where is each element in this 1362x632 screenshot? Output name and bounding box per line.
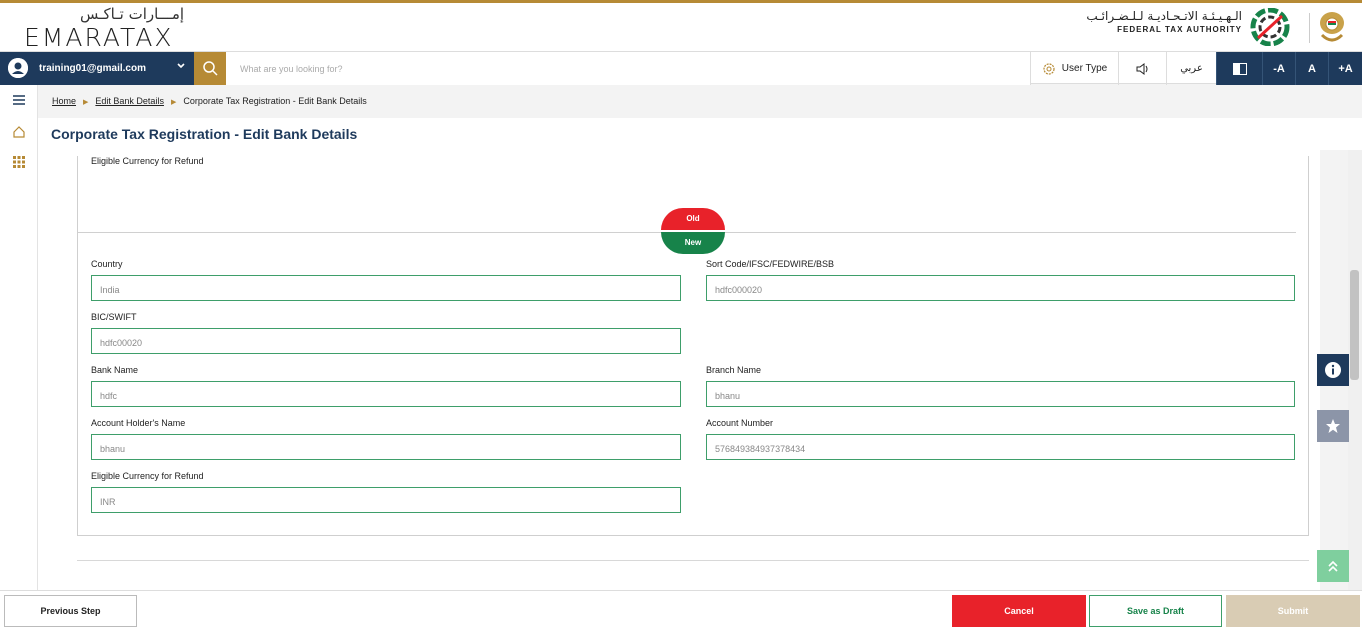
sidebar	[0, 85, 38, 590]
top-navbar: training01@gmail.com User Type عربي -A A…	[0, 51, 1362, 85]
search-button[interactable]	[194, 52, 226, 85]
user-email: training01@gmail.com	[39, 63, 146, 74]
header-separator	[1309, 13, 1310, 43]
account-holder-field[interactable]: bhanu	[91, 434, 681, 460]
language-toggle[interactable]: عربي	[1166, 52, 1216, 85]
scrollbar-thumb[interactable]	[1350, 270, 1359, 380]
logo-english[interactable]: EMARATAX	[24, 23, 174, 52]
uae-emblem-icon	[1320, 12, 1344, 42]
font-decrease-button[interactable]: -A	[1262, 52, 1295, 85]
fta-logo-text: الـهـيـئـة الاتـحـاديـة لـلـضـرائـب FEDE…	[1086, 9, 1242, 34]
footer-bar: Previous Step Cancel Save as Draft Submi…	[0, 590, 1362, 632]
currency-label: Eligible Currency for Refund	[91, 471, 204, 481]
header: إمـــارات تـاكـس EMARATAX الـهـيـئـة الا…	[0, 3, 1362, 52]
fta-arabic: الـهـيـئـة الاتـحـاديـة لـلـضـرائـب	[1086, 9, 1242, 23]
home-icon[interactable]	[0, 117, 38, 147]
font-increase-button[interactable]: +A	[1328, 52, 1362, 85]
chevron-down-icon[interactable]	[176, 61, 186, 74]
title-bar: Corporate Tax Registration - Edit Bank D…	[38, 118, 1362, 150]
info-icon	[1325, 362, 1341, 378]
new-badge: New	[661, 232, 725, 254]
contrast-toggle[interactable]	[1216, 52, 1262, 85]
cancel-button[interactable]: Cancel	[952, 595, 1086, 627]
user-menu[interactable]: training01@gmail.com	[0, 52, 194, 85]
breadcrumb: Home ▶ Edit Bank Details ▶ Corporate Tax Reg…	[52, 96, 367, 106]
contrast-icon	[1232, 62, 1247, 75]
user-type-button[interactable]: User Type	[1030, 52, 1118, 85]
page-title: Corporate Tax Registration - Edit Bank D…	[51, 126, 358, 142]
currency-field[interactable]: INR	[91, 487, 681, 513]
account-number-field[interactable]: 576849384937378434	[706, 434, 1295, 460]
bank-name-field[interactable]: hdfc	[91, 381, 681, 407]
double-chevron-up-icon	[1328, 560, 1338, 572]
sort-code-label: Sort Code/IFSC/FEDWIRE/BSB	[706, 259, 835, 269]
favorite-button[interactable]	[1317, 410, 1349, 442]
previous-step-button[interactable]: Previous Step	[4, 595, 137, 627]
top-currency-caption: Eligible Currency for Refund	[91, 156, 204, 166]
save-draft-button[interactable]: Save as Draft	[1089, 595, 1222, 627]
scroll-top-button[interactable]	[1317, 550, 1349, 582]
speaker-icon	[1136, 62, 1147, 75]
account-number-label: Account Number	[706, 418, 774, 428]
sort-code-field[interactable]: hdfc000020	[706, 275, 1295, 301]
star-icon	[1326, 419, 1340, 433]
submit-button[interactable]: Submit	[1226, 595, 1360, 627]
user-type-label: User Type	[1061, 63, 1108, 74]
section-divider	[77, 560, 1309, 561]
country-label: Country	[91, 259, 123, 269]
search-icon	[203, 61, 218, 76]
bank-details-panel: Eligible Currency for Refund Old New Cou…	[77, 156, 1309, 536]
gear-icon	[1043, 62, 1055, 75]
user-avatar-icon	[8, 58, 28, 78]
fta-logo-icon	[1250, 8, 1290, 46]
branch-name-label: Branch Name	[706, 365, 762, 375]
logo-arabic: إمـــارات تـاكـس	[80, 5, 185, 23]
bank-name-label: Bank Name	[91, 365, 139, 375]
breadcrumb-current: Corporate Tax Registration - Edit Bank D…	[183, 96, 367, 106]
bic-swift-label: BIC/SWIFT	[91, 312, 137, 322]
font-normal-button[interactable]: A	[1295, 52, 1328, 85]
info-button[interactable]	[1317, 354, 1349, 386]
search-input[interactable]	[226, 52, 1030, 85]
bic-swift-field[interactable]: hdfc00020	[91, 328, 681, 354]
country-field[interactable]: India	[91, 275, 681, 301]
main-content: Eligible Currency for Refund Old New Cou…	[38, 150, 1320, 590]
branch-name-field[interactable]: bhanu	[706, 381, 1295, 407]
breadcrumb-home[interactable]: Home	[52, 96, 76, 106]
apps-grid-icon[interactable]	[0, 147, 38, 177]
breadcrumb-arrow-icon: ▶	[83, 99, 89, 106]
menu-icon[interactable]	[0, 85, 38, 115]
account-holder-label: Account Holder's Name	[91, 418, 186, 428]
fta-english: FEDERAL TAX AUTHORITY	[1117, 25, 1242, 34]
breadcrumb-edit-bank[interactable]: Edit Bank Details	[95, 96, 164, 106]
breadcrumb-arrow-icon: ▶	[170, 99, 177, 106]
audio-button[interactable]	[1118, 52, 1166, 85]
old-badge: Old	[661, 208, 725, 230]
